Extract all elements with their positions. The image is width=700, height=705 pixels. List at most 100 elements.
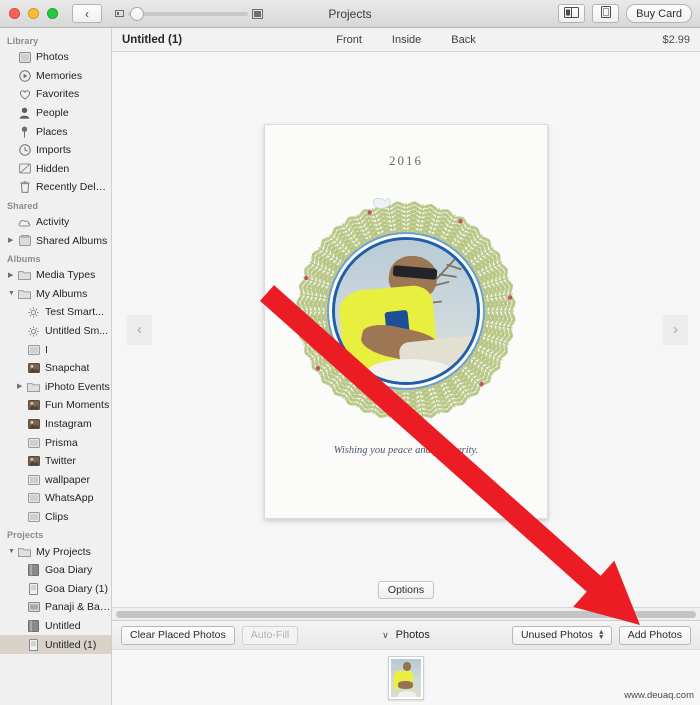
add-photos-button[interactable]: Add Photos <box>618 625 691 645</box>
next-page-button[interactable]: › <box>663 314 688 345</box>
sidebar-item-untitled-1[interactable]: ▶Untitled (1) <box>0 635 111 654</box>
sidebar[interactable]: Library▶Photos▶Memories▶Favorites▶People… <box>0 28 112 705</box>
sidebar-item-photos[interactable]: ▶Photos <box>0 48 111 67</box>
sidebar-item-shared-albums[interactable]: ▶ Shared Albums <box>0 231 111 250</box>
single-card-view-button[interactable] <box>592 4 620 23</box>
sidebar-item-whatsapp[interactable]: ▶WhatsApp <box>0 489 111 508</box>
zoom-slider-track[interactable] <box>128 6 248 21</box>
photos-icon <box>17 51 32 63</box>
sidebar-item-label: Test Smart... <box>45 306 104 319</box>
horizontal-scrollbar[interactable] <box>112 607 700 620</box>
spread-view-icon <box>564 5 580 23</box>
card-project-icon <box>26 582 41 595</box>
options-label: Options <box>387 584 425 596</box>
tab-inside[interactable]: Inside <box>392 34 421 46</box>
sidebar-item-recently-delet[interactable]: ▶Recently Delet... <box>0 178 111 197</box>
large-thumbnail-icon <box>252 8 263 19</box>
disclosure-collapsed-icon[interactable]: ▶ <box>8 272 17 279</box>
photo-filter-popup[interactable]: Unused Photos ▲ ▼ <box>511 625 612 645</box>
stepper-icon: ▲ ▼ <box>597 629 605 641</box>
photo-thumbnail[interactable] <box>388 655 424 700</box>
disclosure-collapsed-icon[interactable]: ▶ <box>17 383 26 390</box>
sidebar-item-label: Snapchat <box>45 362 90 375</box>
sidebar-item-fun-moments[interactable]: ▶Fun Moments <box>0 396 111 415</box>
sidebar-item-test-smart[interactable]: ▶Test Smart... <box>0 303 111 322</box>
sidebar-item-label: Twitter <box>45 455 76 468</box>
sidebar-item-prisma[interactable]: ▶Prisma <box>0 433 111 452</box>
clear-placed-photos-button[interactable]: Clear Placed Photos <box>121 625 235 645</box>
smart-album-icon <box>26 307 41 318</box>
sidebar-item-panaji-bar[interactable]: ▶Panaji & Bar... <box>0 598 111 617</box>
sidebar-item-untitled-sm[interactable]: ▶Untitled Sm... <box>0 322 111 341</box>
sidebar-item-people[interactable]: ▶People <box>0 104 111 123</box>
sidebar-item-label: My Projects <box>36 545 91 558</box>
sidebar-item-label: Clips <box>45 510 69 523</box>
zoom-window-button[interactable] <box>47 8 58 19</box>
sidebar-item-imports[interactable]: ▶Imports <box>0 141 111 160</box>
sidebar-item-label: My Albums <box>36 287 88 300</box>
sidebar-item-label: Panaji & Bar... <box>45 601 111 614</box>
sidebar-item-clips[interactable]: ▶Clips <box>0 508 111 527</box>
sidebar-section-header: Shared <box>7 200 39 211</box>
sidebar-item-untitled[interactable]: ▶Untitled <box>0 617 111 636</box>
sidebar-item-i[interactable]: ▶I <box>0 340 111 359</box>
sidebar-item-my-projects[interactable]: ▼ My Projects <box>0 542 111 561</box>
sidebar-item-label: Hidden <box>36 162 70 175</box>
memories-icon <box>17 70 32 82</box>
card-options-button[interactable]: Options <box>377 581 435 599</box>
tab-back[interactable]: Back <box>451 34 475 46</box>
zoom-slider-knob[interactable] <box>130 6 144 21</box>
page-title: Untitled (1) <box>122 33 183 46</box>
tab-front[interactable]: Front <box>336 34 362 46</box>
album-thumb-icon <box>26 400 41 411</box>
sidebar-item-label: Places <box>36 125 68 138</box>
sidebar-item-activity[interactable]: ▶Activity <box>0 213 111 232</box>
sidebar-item-wallpaper[interactable]: ▶wallpaper <box>0 470 111 489</box>
sidebar-item-places[interactable]: ▶Places <box>0 122 111 141</box>
disclosure-expanded-icon[interactable]: ▼ <box>8 290 17 297</box>
sidebar-item-my-albums[interactable]: ▼ My Albums <box>0 285 111 304</box>
sidebar-item-label: People <box>36 107 69 120</box>
sidebar-item-goa-diary-1[interactable]: ▶Goa Diary (1) <box>0 579 111 598</box>
thumbnail-arm <box>397 681 414 689</box>
window-titlebar: ‹ Projects Buy Card <box>0 0 700 28</box>
sidebar-item-favorites[interactable]: ▶Favorites <box>0 85 111 104</box>
sidebar-item-label: Goa Diary (1) <box>45 582 109 595</box>
sidebar-item-iphoto-events[interactable]: ▶ iPhoto Events <box>0 378 111 397</box>
card-photo-placeholder[interactable] <box>332 237 480 385</box>
sidebar-item-label: Fun Moments <box>45 399 110 412</box>
photo-tray[interactable]: www.deuaq.com <box>112 649 700 705</box>
bottom-toolbar-right: Unused Photos ▲ ▼ Add Photos <box>511 625 691 645</box>
card-side-tabs[interactable]: Front Inside Back <box>112 34 700 46</box>
sidebar-item-twitter[interactable]: ▶Twitter <box>0 452 111 471</box>
greeting-card-preview[interactable]: 2016 Wishing you peace and prosperity. <box>264 124 548 519</box>
photo-thumbnail-image <box>391 658 421 697</box>
buy-card-button[interactable]: Buy Card <box>626 4 692 23</box>
heart-icon <box>17 89 32 100</box>
auto-fill-button[interactable]: Auto-Fill <box>241 625 299 645</box>
sidebar-item-label: Untitled Sm... <box>45 325 109 338</box>
close-window-button[interactable] <box>9 8 20 19</box>
disclosure-collapsed-icon[interactable]: ▶ <box>8 237 17 244</box>
sidebar-item-instagram[interactable]: ▶Instagram <box>0 415 111 434</box>
minimize-window-button[interactable] <box>28 8 39 19</box>
sidebar-item-media-types[interactable]: ▶ Media Types <box>0 266 111 285</box>
album-thumb-icon <box>26 418 41 429</box>
horizontal-scrollbar-thumb[interactable] <box>116 610 696 618</box>
watermark-text: www.deuaq.com <box>624 690 694 701</box>
sidebar-item-goa-diary[interactable]: ▶Goa Diary <box>0 561 111 580</box>
sidebar-item-memories[interactable]: ▶Memories <box>0 67 111 86</box>
thumbnail-zoom-slider[interactable] <box>115 6 263 21</box>
sidebar-item-label: Prisma <box>45 436 78 449</box>
disclosure-expanded-icon[interactable]: ▼ <box>8 548 17 555</box>
window-body: Library▶Photos▶Memories▶Favorites▶People… <box>0 28 700 705</box>
sidebar-item-snapchat[interactable]: ▶Snapchat <box>0 359 111 378</box>
previous-page-button[interactable]: ‹ <box>127 314 152 345</box>
photo-filter-label: Unused Photos <box>520 629 593 641</box>
back-button[interactable]: ‹ <box>72 4 102 23</box>
bottom-toolbar: Clear Placed Photos Auto-Fill ∨ Photos U… <box>112 620 700 649</box>
pin-icon <box>17 126 32 138</box>
spread-view-button[interactable] <box>558 4 586 23</box>
folder-icon <box>17 289 32 299</box>
sidebar-item-hidden[interactable]: ▶Hidden <box>0 160 111 179</box>
